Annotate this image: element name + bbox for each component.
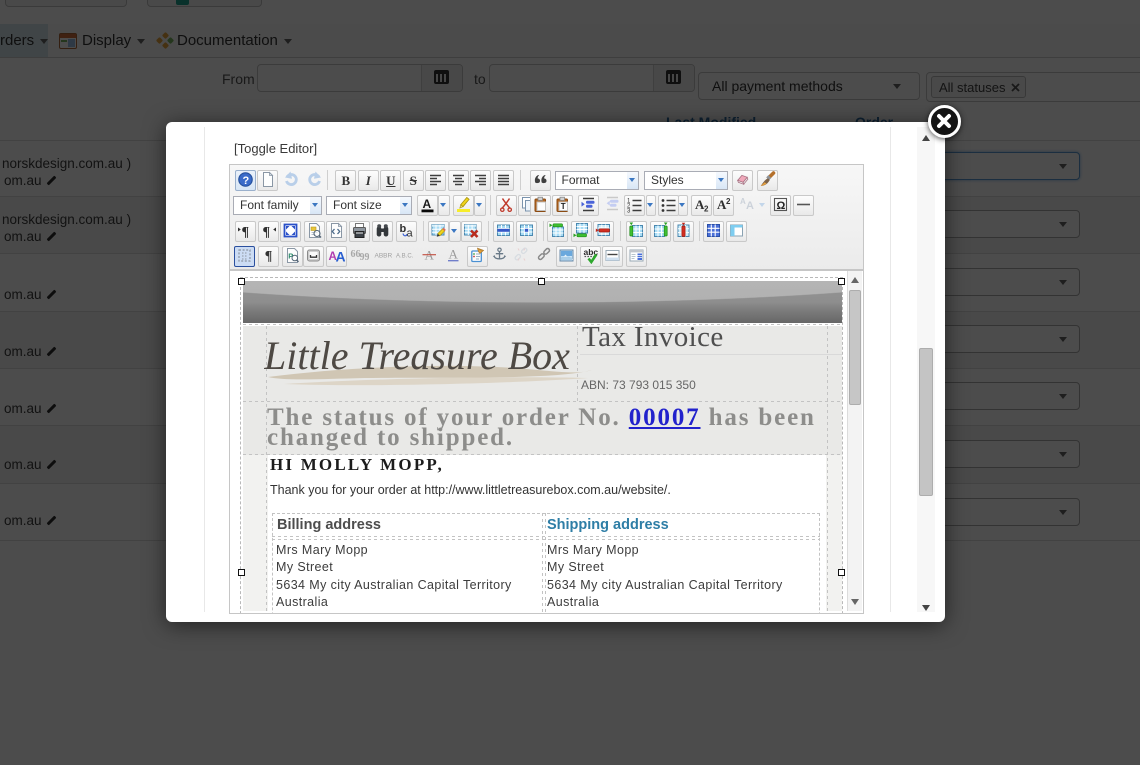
svg-text:?: ? [242,175,249,187]
svg-text:A: A [423,197,432,211]
svg-text:2: 2 [726,197,731,206]
svg-text:Little Treasure Box: Little Treasure Box [264,333,570,378]
svg-text:¶: ¶ [262,225,270,239]
svg-text:A.B.C.: A.B.C. [396,253,414,259]
svg-text:¶: ¶ [241,225,249,239]
svg-text:3: 3 [627,209,631,214]
svg-text:A: A [336,248,346,264]
svg-text:A: A [746,200,754,212]
svg-text:Ω: Ω [777,200,786,212]
svg-text:b: b [399,223,406,235]
svg-text:99: 99 [359,252,369,263]
svg-text:a: a [406,227,413,239]
svg-text:A: A [449,246,459,261]
svg-text:ABBR: ABBR [374,252,392,259]
svg-text:2: 2 [704,205,709,214]
svg-text:T: T [561,202,566,211]
